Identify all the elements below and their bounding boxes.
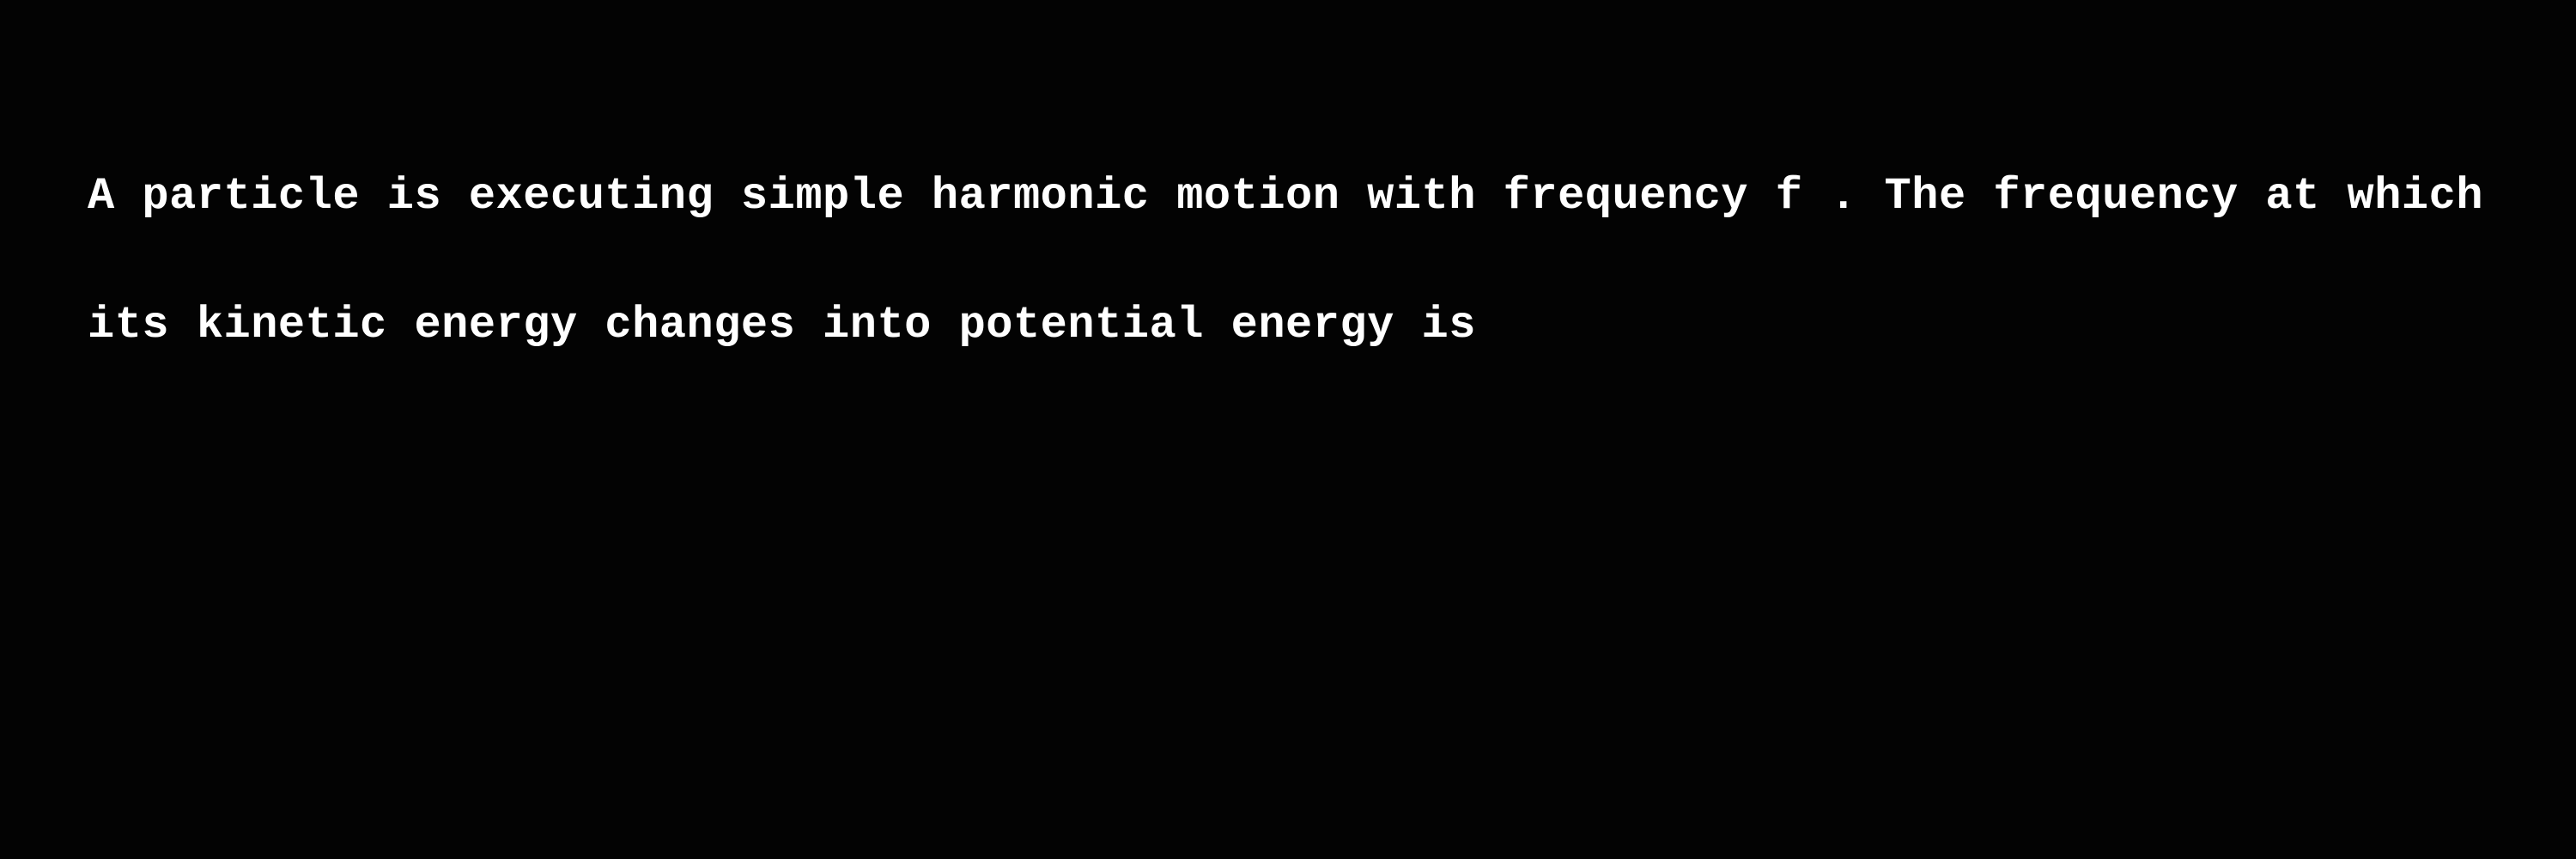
page-canvas: A particle is executing simple harmonic … (0, 0, 2576, 859)
question-line-2: its kinetic energy changes into potentia… (88, 300, 1476, 350)
question-text: A particle is executing simple harmonic … (88, 89, 2543, 433)
question-line-1: A particle is executing simple harmonic … (88, 171, 2484, 222)
